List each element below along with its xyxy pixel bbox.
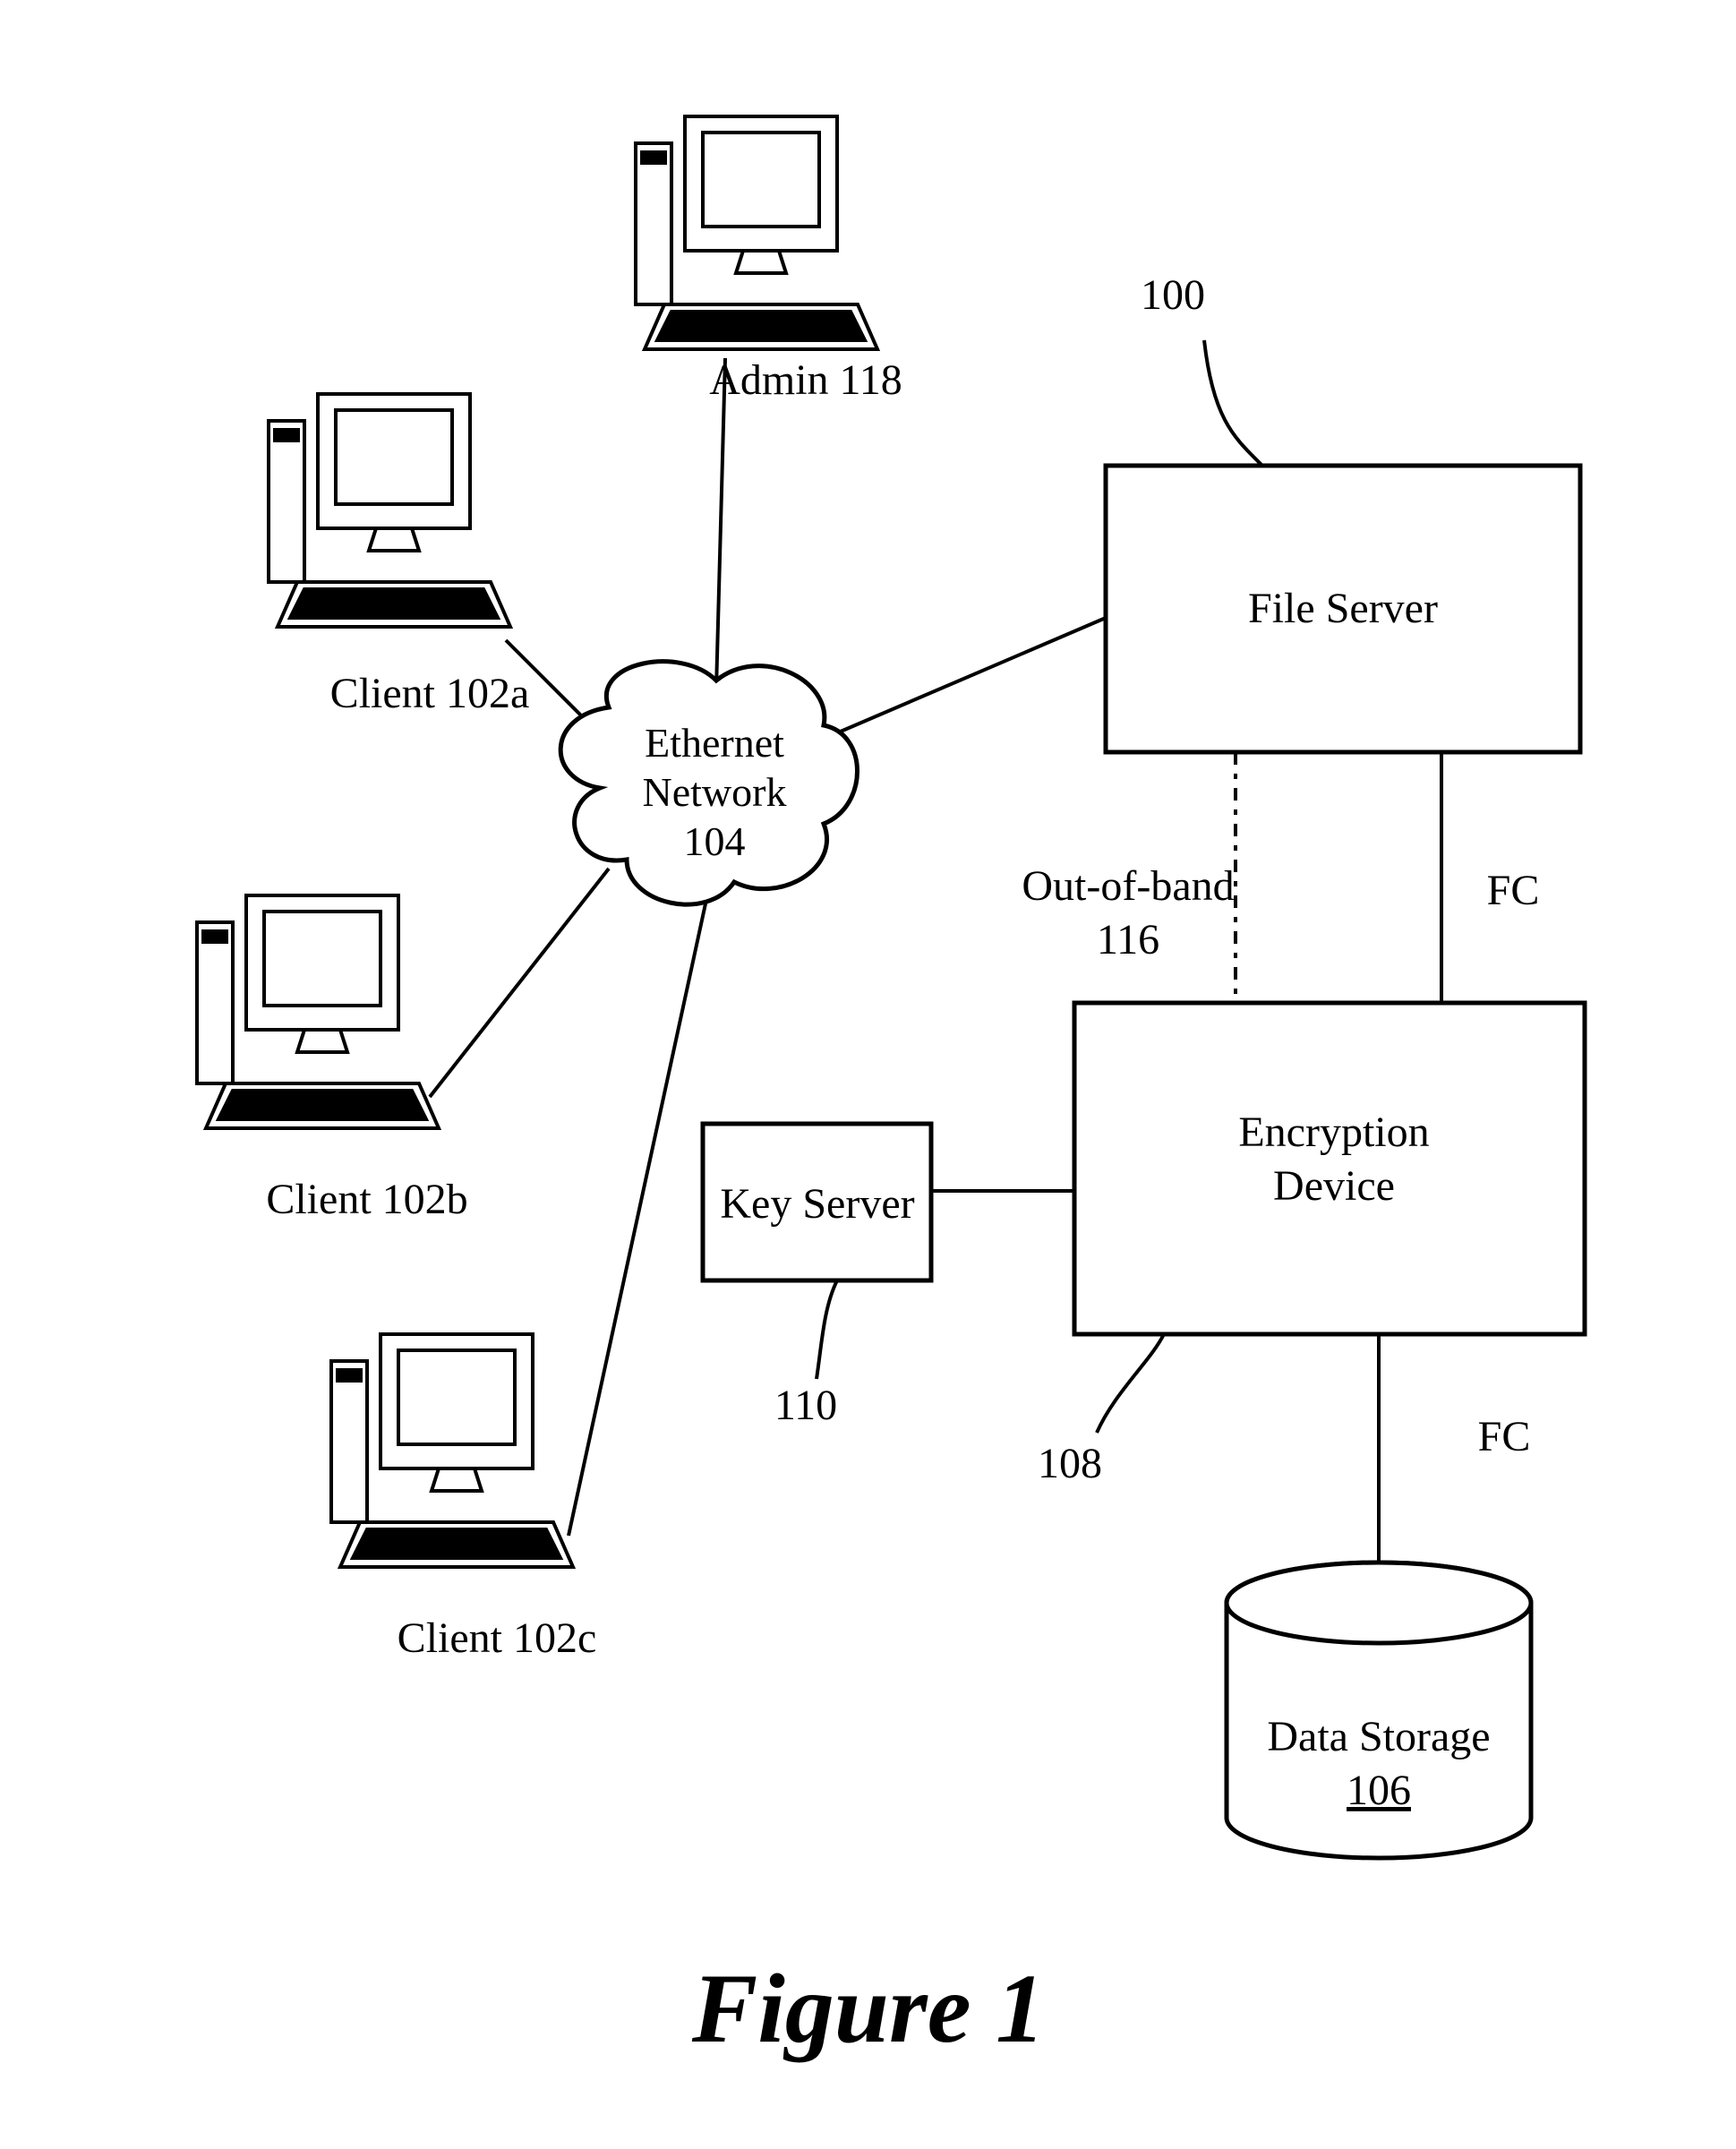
line-network-admin — [716, 358, 725, 689]
network-label-2: Network — [643, 769, 787, 815]
client-a-computer — [269, 394, 510, 627]
ref-108: 108 — [1038, 1440, 1102, 1487]
computer-icon — [197, 895, 439, 1128]
line-network-client-b — [430, 869, 609, 1097]
oob-label-1: Out-of-band — [1022, 862, 1234, 910]
client-a-label: Client 102a — [330, 670, 530, 717]
computer-icon — [331, 1334, 573, 1567]
data-storage-node: Data Storage 106 — [1227, 1563, 1531, 1858]
client-b-computer — [197, 895, 439, 1128]
leader-100 — [1204, 340, 1262, 466]
ref-100: 100 — [1141, 271, 1205, 319]
computer-icon — [636, 116, 877, 349]
diagram-canvas: Ethernet Network 104 File Server Encrypt… — [0, 0, 1736, 2149]
ethernet-network-cloud: Ethernet Network 104 — [560, 662, 857, 904]
figure-caption: Figure 1 — [691, 1954, 1045, 2063]
fc-top-label: FC — [1487, 867, 1540, 914]
data-storage-label-1: Data Storage — [1267, 1713, 1490, 1760]
line-network-client-c — [569, 895, 707, 1536]
client-c-computer — [331, 1334, 573, 1567]
admin-computer — [636, 116, 877, 349]
client-c-label: Client 102c — [398, 1614, 597, 1662]
network-label-3: 104 — [684, 818, 746, 864]
leader-110 — [817, 1280, 837, 1379]
key-server-node: Key Server — [703, 1124, 931, 1280]
encryption-device-label-2: Device — [1273, 1162, 1395, 1210]
admin-label: Admin 118 — [709, 356, 902, 404]
key-server-label: Key Server — [720, 1180, 914, 1228]
file-server-label: File Server — [1248, 585, 1438, 632]
data-storage-label-2: 106 — [1347, 1767, 1411, 1814]
ref-110: 110 — [774, 1382, 837, 1429]
fc-bottom-label: FC — [1478, 1413, 1531, 1460]
oob-label-2: 116 — [1097, 916, 1159, 963]
encryption-device-label-1: Encryption — [1238, 1109, 1429, 1156]
client-b-label: Client 102b — [266, 1176, 467, 1223]
network-label-1: Ethernet — [645, 720, 784, 766]
encryption-device-node: Encryption Device — [1074, 1003, 1585, 1334]
leader-108 — [1097, 1334, 1164, 1433]
computer-icon — [269, 394, 510, 627]
line-network-fileserver — [824, 618, 1106, 739]
file-server-node: File Server — [1106, 466, 1580, 752]
